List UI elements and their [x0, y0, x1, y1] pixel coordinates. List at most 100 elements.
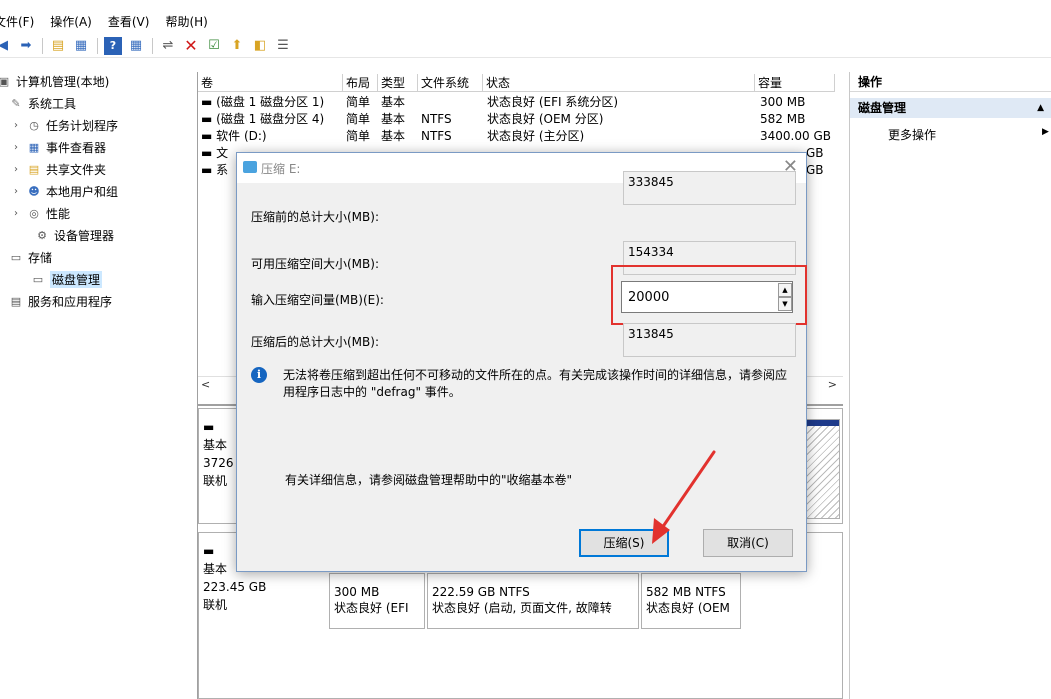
- volume-type: 基本: [381, 95, 406, 109]
- tools-icon: ✎: [11, 96, 21, 110]
- dialog-app-icon: [243, 161, 257, 173]
- performance-icon: ◎: [29, 206, 39, 220]
- menu-file[interactable]: 文件(F): [0, 12, 42, 32]
- toolbar-separator: [97, 37, 98, 54]
- tree-item-task-scheduler[interactable]: › ◷ 任务计划程序: [14, 116, 118, 134]
- properties-icon[interactable]: ▦: [127, 37, 145, 55]
- disk-icon: ▬: [203, 544, 215, 558]
- device-manager-icon: ⚙: [37, 228, 47, 242]
- table-row[interactable]: ▬ (磁盘 1 磁盘分区 4) 简单 基本 NTFS 状态良好 (OEM 分区)…: [198, 111, 838, 127]
- toolbar: ◀ ➡ ▤ ▦ ? ▦ ⇌ ✕ ☑ ⬆ ◧ ☰: [0, 34, 1051, 58]
- back-icon[interactable]: ◀: [0, 37, 12, 55]
- chevron-right-icon[interactable]: ›: [14, 186, 26, 197]
- chevron-right-icon[interactable]: ›: [14, 164, 26, 175]
- partition-status: 状态良好 (OEM: [646, 601, 730, 615]
- volume-name-text: (磁盘 1 磁盘分区 1): [216, 95, 325, 109]
- unallocated-partition[interactable]: [806, 419, 840, 519]
- help-hint: 有关详细信息，请参阅磁盘管理帮助中的"收缩基本卷": [285, 473, 573, 487]
- volume-fs: NTFS: [421, 129, 452, 143]
- column-header-filesystem[interactable]: 文件系统: [418, 74, 483, 92]
- list-icon[interactable]: ☰: [274, 37, 292, 55]
- volume-fs: NTFS: [421, 112, 452, 126]
- partition-system[interactable]: 222.59 GB NTFS 状态良好 (启动, 页面文件, 故障转: [427, 573, 639, 629]
- volume-capacity: GB: [806, 146, 824, 160]
- column-header-type[interactable]: 类型: [378, 74, 418, 92]
- chevron-right-icon[interactable]: ▶: [1042, 127, 1049, 137]
- export-icon[interactable]: ◧: [251, 37, 269, 55]
- available-value-text: 154334: [628, 245, 674, 259]
- more-actions-link[interactable]: 更多操作: [888, 126, 936, 143]
- table-row[interactable]: ▬ (磁盘 1 磁盘分区 1) 简单 基本 状态良好 (EFI 系统分区) 30…: [198, 94, 838, 110]
- tree-item-label: 存储: [28, 250, 53, 265]
- partition-status: 状态良好 (启动, 页面文件, 故障转: [432, 601, 612, 615]
- volume-type: 基本: [381, 112, 406, 126]
- column-header-layout[interactable]: 布局: [343, 74, 378, 92]
- toolbar-separator: [152, 37, 153, 54]
- dialog-title: 压缩 E:: [261, 162, 301, 176]
- disk-size: 223.45 GB: [203, 580, 267, 594]
- volume-status: 状态良好 (EFI 系统分区): [487, 95, 619, 109]
- disk-icon: ▬: [203, 420, 215, 434]
- tree-item-label: 本地用户和组: [46, 184, 119, 199]
- partition-efi[interactable]: 300 MB 状态良好 (EFI: [329, 573, 425, 629]
- tree-item-label: 共享文件夹: [46, 162, 107, 177]
- menu-help[interactable]: 帮助(H): [157, 12, 215, 32]
- disk-status: 联机: [203, 474, 228, 488]
- menu-action[interactable]: 操作(A): [42, 12, 100, 32]
- tree-item-local-users[interactable]: › ☻ 本地用户和组: [14, 182, 118, 200]
- chevron-right-icon[interactable]: ›: [14, 208, 26, 219]
- volume-layout: 简单: [346, 95, 371, 109]
- tree-item-system-tools[interactable]: ✎ 系统工具: [8, 94, 76, 112]
- tree-item-label: 性能: [46, 206, 71, 221]
- tree-root[interactable]: ▣ 计算机管理(本地): [0, 72, 109, 90]
- scroll-left-icon[interactable]: <: [201, 378, 210, 391]
- partition-size: 300 MB: [334, 585, 380, 599]
- forward-icon[interactable]: ➡: [17, 37, 35, 55]
- partition-oem[interactable]: 582 MB NTFS 状态良好 (OEM: [641, 573, 741, 629]
- computer-icon: ▣: [0, 74, 10, 88]
- tree-item-shared-folders[interactable]: › ▤ 共享文件夹: [14, 160, 106, 178]
- tree-item-event-viewer[interactable]: › ▦ 事件查看器: [14, 138, 106, 156]
- toolbar-separator: [42, 37, 43, 54]
- partition-size: 582 MB NTFS: [646, 585, 726, 599]
- users-icon: ☻: [28, 184, 40, 198]
- chevron-right-icon[interactable]: ›: [14, 142, 26, 153]
- delete-icon[interactable]: ✕: [182, 37, 200, 55]
- volume-name: ▬ (磁盘 1 磁盘分区 1): [201, 95, 325, 109]
- actions-section-disk-management[interactable]: 磁盘管理 ▲: [850, 98, 1051, 118]
- tree-item-services[interactable]: ▤ 服务和应用程序: [8, 292, 112, 310]
- check-icon[interactable]: ☑: [205, 37, 223, 55]
- highlight-box: [611, 265, 807, 325]
- menu-bar: 文件(F) 操作(A) 查看(V) 帮助(H): [0, 12, 1051, 32]
- column-header-volume[interactable]: 卷: [198, 74, 343, 92]
- total-after-label: 压缩后的总计大小(MB):: [251, 335, 379, 349]
- tree-item-label: 任务计划程序: [46, 118, 119, 133]
- volume-type: 基本: [381, 129, 406, 143]
- tree-item-label: 事件查看器: [46, 140, 107, 155]
- help-icon[interactable]: ?: [104, 36, 122, 55]
- up-folder-icon[interactable]: ▤: [49, 37, 67, 55]
- volume-capacity: 300 MB: [760, 95, 806, 109]
- total-before-value-text: 333845: [628, 175, 674, 189]
- volume-name-text: (磁盘 1 磁盘分区 4): [216, 112, 325, 126]
- connect-icon[interactable]: ⇌: [159, 37, 177, 55]
- table-row[interactable]: ▬ 软件 (D:) 简单 基本 NTFS 状态良好 (主分区) 3400.00 …: [198, 128, 838, 144]
- scroll-right-icon[interactable]: >: [828, 378, 837, 391]
- chevron-right-icon[interactable]: ›: [14, 120, 26, 131]
- column-header-capacity[interactable]: 容量: [755, 74, 835, 92]
- tree-root-label: 计算机管理(本地): [16, 74, 110, 89]
- import-icon[interactable]: ⬆: [228, 37, 246, 55]
- info-icon: i: [251, 367, 267, 383]
- tree-item-disk-management[interactable]: ▭ 磁盘管理: [30, 270, 103, 288]
- volume-name-text: 系: [216, 163, 229, 177]
- show-hide-tree-icon[interactable]: ▦: [72, 37, 90, 55]
- disk-icon: ▭: [32, 272, 44, 286]
- column-header-status[interactable]: 状态: [483, 74, 755, 92]
- tree-item-storage[interactable]: ▭ 存储: [8, 248, 52, 266]
- tree-item-performance[interactable]: › ◎ 性能: [14, 204, 70, 222]
- navigation-tree: ▣ 计算机管理(本地) ✎ 系统工具 › ◷ 任务计划程序 › ▦ 事件查看器 …: [0, 72, 196, 699]
- collapse-up-icon[interactable]: ▲: [1037, 98, 1044, 118]
- tree-item-device-manager[interactable]: ⚙ 设备管理器: [34, 226, 114, 244]
- menu-view[interactable]: 查看(V): [100, 12, 158, 32]
- volume-name: ▬ 软件 (D:): [201, 129, 267, 143]
